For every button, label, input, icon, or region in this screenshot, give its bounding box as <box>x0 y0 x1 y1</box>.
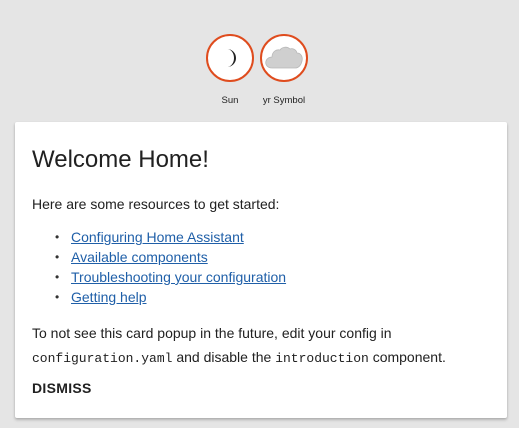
bullet-icon: • <box>55 290 60 304</box>
footer-text-part3: component. <box>368 349 446 365</box>
badge-yr-symbol-circle[interactable] <box>260 34 308 82</box>
badges-bar: Sun yr Symbol <box>0 34 519 114</box>
list-item: • Getting help <box>55 287 286 307</box>
bullet-icon: • <box>55 230 60 244</box>
list-item: • Available components <box>55 247 286 267</box>
bullet-icon: • <box>55 270 60 284</box>
config-file-code: configuration.yaml <box>32 351 173 366</box>
dismiss-button[interactable]: DISMISS <box>32 380 92 396</box>
intro-text: Here are some resources to get started: <box>32 196 280 212</box>
badge-sun-label: Sun <box>221 95 239 106</box>
badge-yr-symbol-label: yr Symbol <box>262 95 306 106</box>
badge-sun[interactable]: Sun <box>201 34 259 106</box>
link-troubleshooting[interactable]: Troubleshooting your configuration <box>71 269 286 285</box>
bullet-icon: • <box>55 250 60 264</box>
footer-text-part2: and disable the <box>172 349 276 365</box>
badge-sun-circle[interactable] <box>206 34 254 82</box>
link-available-components[interactable]: Available components <box>71 249 208 265</box>
list-item: • Troubleshooting your configuration <box>55 267 286 287</box>
resource-links-list: • Configuring Home Assistant • Available… <box>55 227 286 307</box>
link-getting-help[interactable]: Getting help <box>71 289 147 305</box>
link-configuring-home-assistant[interactable]: Configuring Home Assistant <box>71 229 244 245</box>
footer-text-part1: To not see this card popup in the future… <box>32 325 392 341</box>
card-title: Welcome Home! <box>32 146 209 173</box>
moon-icon <box>227 49 237 67</box>
badge-yr-symbol[interactable]: yr Symbol <box>255 34 313 106</box>
list-item: • Configuring Home Assistant <box>55 227 286 247</box>
cloud-icon <box>265 46 303 69</box>
introduction-card: Welcome Home! Here are some resources to… <box>15 122 507 418</box>
component-name-code: introduction <box>275 351 369 366</box>
footer-text: To not see this card popup in the future… <box>32 321 492 371</box>
